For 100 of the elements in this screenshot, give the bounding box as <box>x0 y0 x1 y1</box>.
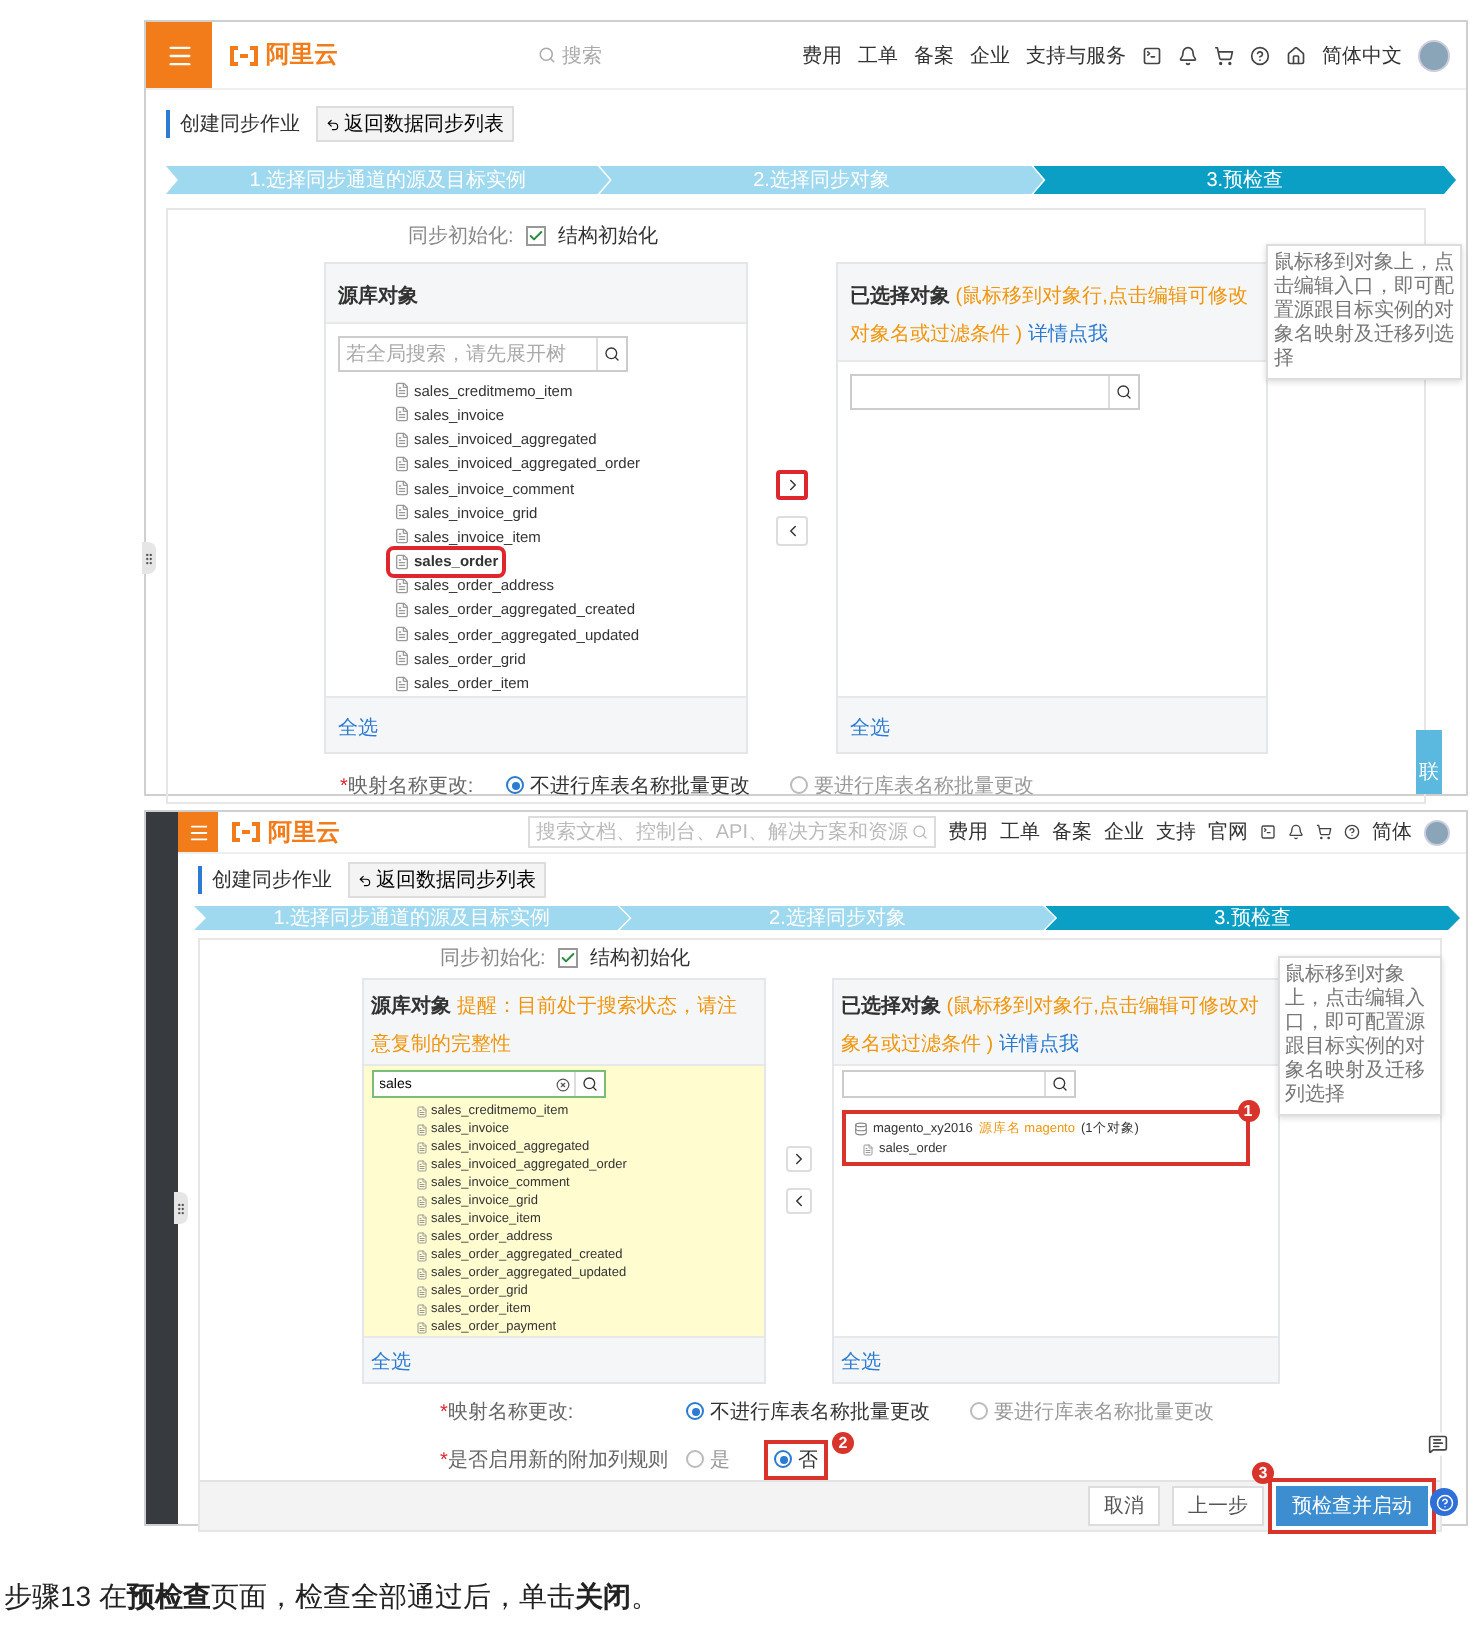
footer-button[interactable]: 取消 <box>1088 1485 1160 1526</box>
file-icon <box>415 1321 427 1334</box>
clear-icon[interactable] <box>555 1077 569 1092</box>
back-button[interactable]: 返回数据同步列表 <box>316 106 514 142</box>
field-label: *是否启用新的附加列规则 <box>440 1447 670 1474</box>
file-icon <box>415 1141 427 1154</box>
nav-link[interactable]: 支持 <box>1156 818 1196 846</box>
nav-link[interactable]: 工单 <box>858 41 898 69</box>
terminal-icon[interactable] <box>1260 824 1276 840</box>
file-icon <box>394 650 410 667</box>
field-label: *映射名称更改: <box>440 1399 576 1426</box>
panel-title: 源库对象 提醒：目前处于搜索状态，请注意复制的完整性 <box>371 996 737 1057</box>
field-label: 同步初始化: <box>408 223 514 250</box>
select-all-link[interactable]: 全选 <box>841 1352 881 1375</box>
select-all-link[interactable]: 全选 <box>850 717 890 740</box>
nav-link[interactable]: 官网 <box>1208 818 1248 846</box>
file-icon <box>415 1105 427 1118</box>
search-icon <box>604 346 620 363</box>
field-label: 同步初始化: <box>440 945 546 972</box>
tooltip: 鼠标移到对象上，点击编辑入口，即可配置源跟目标实例的对象名映射及迁移列选择 <box>1277 956 1441 1116</box>
panel-title: 已选择对象 (鼠标移到对象行,点击编辑可修改对象名或过滤条件 ) 详情点我 <box>850 286 1248 347</box>
file-icon <box>415 1231 427 1244</box>
page-title: 创建同步作业 <box>166 110 300 138</box>
nav-link[interactable]: 支持与服务 <box>1026 41 1126 69</box>
database-icon <box>853 1122 867 1137</box>
language-link[interactable]: 简体中文 <box>1322 41 1402 69</box>
cart-icon[interactable] <box>1214 45 1234 65</box>
terminal-icon[interactable] <box>1142 45 1162 65</box>
file-icon <box>415 1285 427 1298</box>
radio-option[interactable]: 不进行库表名称批量更改 <box>500 769 756 802</box>
select-all-link[interactable]: 全选 <box>371 1352 411 1375</box>
radio-option[interactable]: 不进行库表名称批量更改 <box>680 1395 936 1428</box>
back-icon <box>358 873 372 887</box>
nav-link[interactable]: 备案 <box>914 41 954 69</box>
nav-link[interactable]: 费用 <box>948 818 988 846</box>
bell-icon[interactable] <box>1178 45 1198 65</box>
search-field[interactable] <box>841 1070 1075 1099</box>
search-field[interactable] <box>850 374 1140 411</box>
file-icon <box>394 626 410 643</box>
drag-handle[interactable] <box>174 1192 188 1224</box>
file-icon <box>394 504 410 521</box>
footer-button[interactable]: 上一步 <box>1172 1485 1264 1526</box>
home-icon[interactable] <box>1286 45 1306 65</box>
search-icon <box>1116 384 1132 401</box>
checkbox-label: 结构初始化 <box>589 945 690 972</box>
drag-handle[interactable] <box>142 542 156 574</box>
chat-icon[interactable] <box>1426 1432 1450 1456</box>
file-icon <box>415 1303 427 1316</box>
move-left-button[interactable] <box>785 1188 811 1215</box>
select-all-link[interactable]: 全选 <box>338 717 378 740</box>
nav-link[interactable]: 工单 <box>1000 818 1040 846</box>
nav-link[interactable]: 企业 <box>970 41 1010 69</box>
field-label: *映射名称更改: <box>340 773 476 800</box>
file-icon <box>394 675 410 692</box>
menu-button[interactable] <box>178 812 218 852</box>
step-badge: 1 <box>1237 1100 1259 1123</box>
grip-icon <box>142 551 156 565</box>
back-icon <box>326 117 340 131</box>
help-icon[interactable] <box>1430 1488 1458 1516</box>
logo-text: 阿里云 <box>266 38 338 72</box>
menu-button[interactable] <box>146 22 212 88</box>
file-icon <box>394 601 410 618</box>
file-icon <box>394 455 410 472</box>
nav-link[interactable]: 企业 <box>1104 818 1144 846</box>
search-icon <box>538 46 556 64</box>
panel-title: 已选择对象 (鼠标移到对象行,点击编辑可修改对象名或过滤条件 ) 详情点我 <box>841 996 1259 1057</box>
back-button[interactable]: 返回数据同步列表 <box>348 862 546 898</box>
cart-icon[interactable] <box>1316 824 1332 840</box>
logo-icon <box>230 822 262 842</box>
avatar[interactable] <box>1424 819 1450 845</box>
avatar[interactable] <box>1418 39 1450 71</box>
checkbox[interactable] <box>557 948 578 968</box>
details-link[interactable]: 详情点我 <box>998 1034 1079 1057</box>
file-icon <box>394 382 410 399</box>
nav-link[interactable]: 费用 <box>802 41 842 69</box>
menu-icon <box>187 821 209 843</box>
search-input[interactable]: 若全局搜索，请先展开树 <box>346 343 592 366</box>
logo-text: 阿里云 <box>268 815 340 849</box>
menu-icon <box>165 41 193 69</box>
file-icon <box>861 1143 873 1156</box>
search-field[interactable]: 若全局搜索，请先展开树 <box>338 336 628 373</box>
help-icon[interactable] <box>1250 45 1270 65</box>
details-link[interactable]: 详情点我 <box>1027 324 1108 347</box>
nav-link[interactable]: 备案 <box>1052 818 1092 846</box>
file-icon <box>394 528 410 545</box>
help-icon[interactable] <box>1344 824 1360 840</box>
step-badge: 2 <box>832 1431 854 1454</box>
language-link[interactable]: 简体 <box>1372 818 1412 846</box>
file-icon <box>415 1249 427 1262</box>
grip-icon <box>174 1201 188 1215</box>
checkbox-label: 结构初始化 <box>557 223 658 250</box>
move-right-button[interactable] <box>776 469 808 500</box>
search-icon <box>1051 1076 1067 1093</box>
bell-icon[interactable] <box>1288 824 1304 840</box>
file-icon <box>394 553 410 570</box>
step-badge: 3 <box>1252 1461 1274 1484</box>
logo-icon <box>228 45 260 65</box>
file-icon <box>415 1177 427 1190</box>
checkbox[interactable] <box>525 226 546 246</box>
panel-title: 源库对象 <box>338 286 418 308</box>
